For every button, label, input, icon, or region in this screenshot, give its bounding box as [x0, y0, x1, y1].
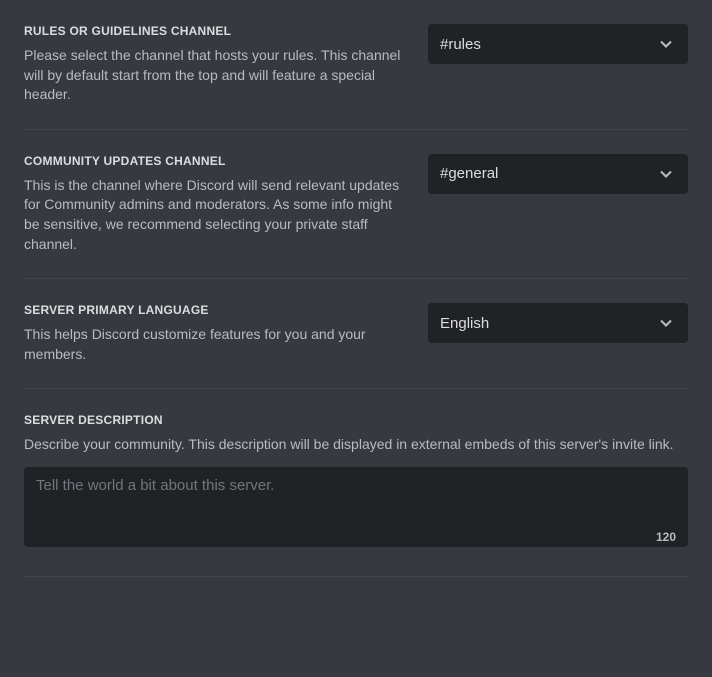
section-row: Community Updates Channel This is the ch…	[24, 154, 688, 254]
chevron-down-icon	[656, 313, 676, 333]
language-select[interactable]: English	[428, 303, 688, 343]
section-text: Community Updates Channel This is the ch…	[24, 154, 408, 254]
updates-channel-title: Community Updates Channel	[24, 154, 408, 168]
server-description-section: Server Description Describe your communi…	[24, 413, 688, 577]
server-description-help: Describe your community. This descriptio…	[24, 435, 688, 455]
rules-channel-value: #rules	[440, 36, 481, 53]
section-text: Rules or Guidelines Channel Please selec…	[24, 24, 408, 105]
updates-channel-select[interactable]: #general	[428, 154, 688, 194]
chevron-down-icon	[656, 164, 676, 184]
chevron-down-icon	[656, 34, 676, 54]
updates-channel-section: Community Updates Channel This is the ch…	[24, 154, 688, 279]
section-text: Server Primary Language This helps Disco…	[24, 303, 408, 364]
textarea-wrap: 120	[24, 467, 688, 552]
select-wrap: #general	[428, 154, 688, 194]
server-description-title: Server Description	[24, 413, 688, 427]
rules-channel-description: Please select the channel that hosts you…	[24, 46, 404, 105]
updates-channel-value: #general	[440, 165, 498, 182]
rules-channel-select[interactable]: #rules	[428, 24, 688, 64]
section-row: Rules or Guidelines Channel Please selec…	[24, 24, 688, 105]
select-wrap: #rules	[428, 24, 688, 64]
section-row: Server Primary Language This helps Disco…	[24, 303, 688, 364]
language-section: Server Primary Language This helps Disco…	[24, 303, 688, 389]
server-description-input[interactable]	[24, 467, 688, 547]
select-wrap: English	[428, 303, 688, 343]
updates-channel-description: This is the channel where Discord will s…	[24, 176, 404, 254]
language-value: English	[440, 315, 489, 332]
rules-channel-section: Rules or Guidelines Channel Please selec…	[24, 24, 688, 130]
language-description: This helps Discord customize features fo…	[24, 325, 404, 364]
rules-channel-title: Rules or Guidelines Channel	[24, 24, 408, 38]
char-count: 120	[656, 530, 676, 544]
language-title: Server Primary Language	[24, 303, 408, 317]
